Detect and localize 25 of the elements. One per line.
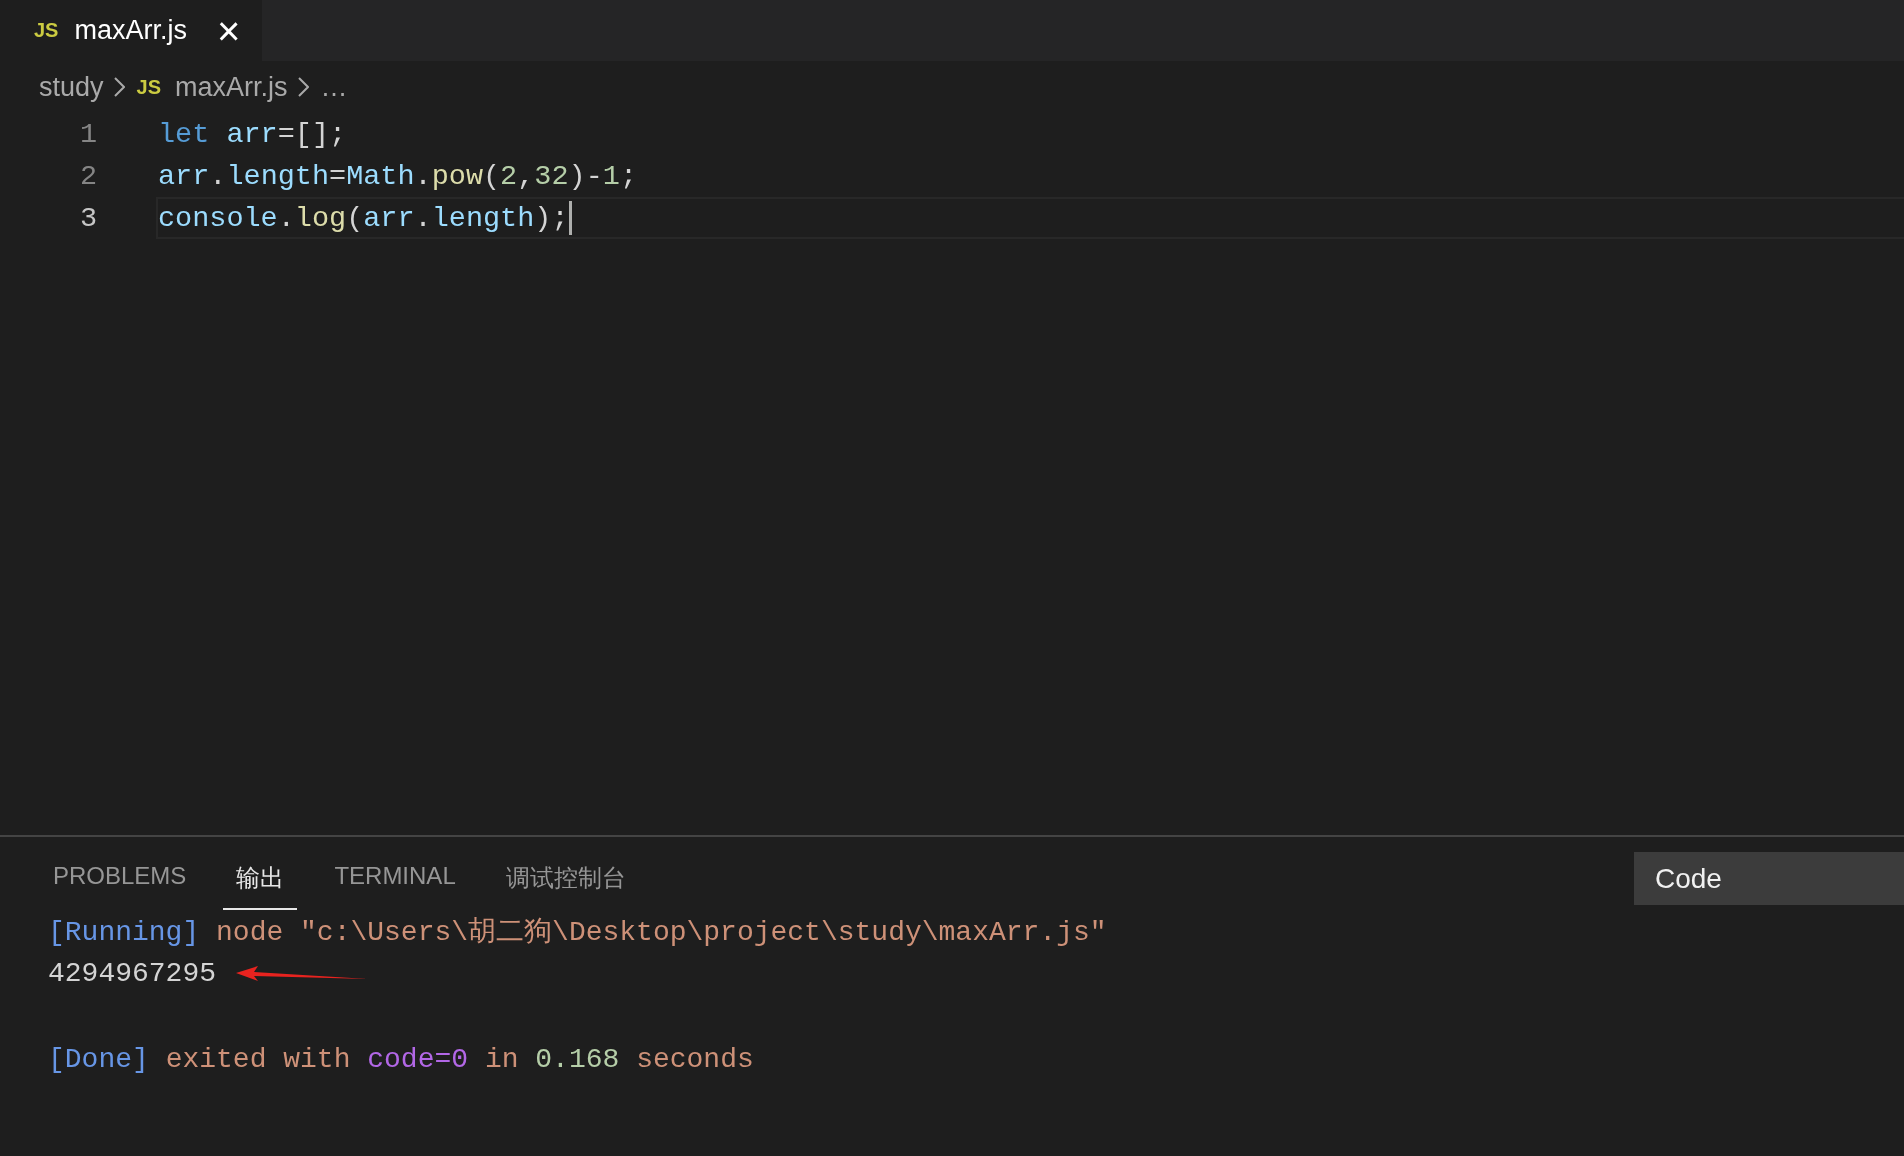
panel-tab[interactable]: 输出 [223, 852, 298, 910]
tab-label: maxArr.js [74, 15, 187, 46]
line-number: 1 [78, 117, 97, 151]
code-line: console.log(arr.length); [156, 197, 1904, 239]
output-line: 4294967295 [48, 958, 217, 989]
text-cursor [568, 201, 572, 235]
output-channel-dropdown[interactable]: Code [1634, 852, 1904, 905]
javascript-file-icon: JS [34, 19, 59, 42]
panel-tab[interactable]: PROBLEMS [40, 852, 200, 910]
panel-tab[interactable]: 调试控制台 [492, 852, 639, 910]
code-line: arr.length=Math.pow(2,32)-1; [157, 158, 638, 195]
breadcrumb-item[interactable]: study [39, 71, 104, 103]
panel-tab[interactable]: TERMINAL [321, 852, 469, 910]
breadcrumb-item[interactable]: … [320, 71, 348, 103]
chevron-icon [113, 77, 125, 97]
output-line: [Done] exited with code=0 in 0.168 seconds [48, 1044, 754, 1075]
close-icon[interactable]: × [217, 10, 241, 51]
line-number: 3 [78, 201, 97, 235]
editor-tab[interactable]: JS maxArr.js × [0, 0, 263, 61]
chevron-icon [297, 77, 309, 97]
line-number: 2 [78, 159, 97, 193]
javascript-file-icon: JS [136, 75, 161, 99]
breadcrumb-item[interactable]: maxArr.js [175, 71, 288, 103]
output-line: [Running] node "c:\Users\胡二狗\Desktop\project\study\maxArr.js" [48, 915, 1107, 950]
code-line: let arr=[]; [157, 116, 348, 153]
